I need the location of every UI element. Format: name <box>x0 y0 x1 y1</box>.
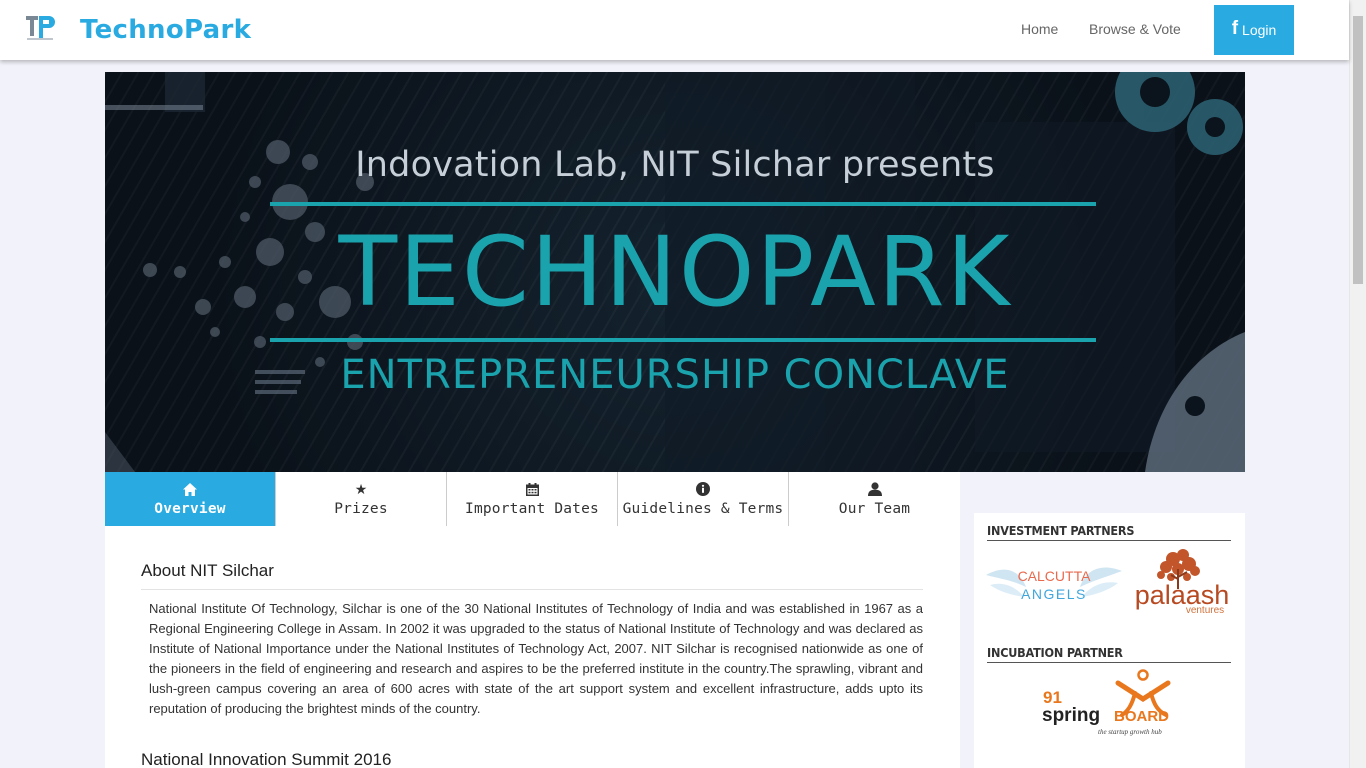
calendar-icon <box>525 482 539 497</box>
91springboard-logo[interactable]: 91 spring BOARD the startup growth hub <box>1040 669 1180 739</box>
about-heading: About NIT Silchar <box>141 561 274 580</box>
palaash-ventures-logo[interactable]: palaash ventures <box>1131 547 1233 615</box>
user-icon <box>867 482 882 497</box>
nav-browse-vote-link[interactable]: Browse & Vote <box>1089 21 1181 37</box>
brand-name[interactable]: TechnoPark <box>80 15 251 45</box>
banner-divider-top <box>270 202 1096 206</box>
hero-banner: Indovation Lab, NIT Silchar presents TEC… <box>105 72 1245 472</box>
calcutta-angels-logo[interactable]: CALCUTTA ANGELS <box>984 559 1124 609</box>
overview-content: About NIT Silchar National Institute Of … <box>105 526 960 768</box>
springboard-tagline: the startup growth hub <box>1098 728 1162 736</box>
tab-overview[interactable]: Overview <box>105 472 276 526</box>
nav-home-link[interactable]: Home <box>1021 21 1058 37</box>
tab-our-team[interactable]: Our Team <box>789 472 960 526</box>
springboard-board-text: BOARD <box>1114 708 1169 725</box>
tab-label: Our Team <box>838 500 911 517</box>
calcutta-text: CALCUTTA <box>1018 568 1092 584</box>
investment-partners-heading: INVESTMENT PARTNERS <box>987 523 1231 541</box>
star-icon: ★ <box>354 480 368 497</box>
login-label: Login <box>1242 22 1277 38</box>
section-tabs: Overview ★ Prizes Important Dates Guidel… <box>105 472 960 526</box>
about-paragraph: National Institute Of Technology, Silcha… <box>149 601 923 716</box>
incubation-partner-heading: INCUBATION PARTNER <box>987 645 1231 663</box>
banner-title: TECHNOPARK <box>338 216 1012 328</box>
scrollbar-thumb[interactable] <box>1353 16 1363 284</box>
banner-subtitle: ENTREPRENEURSHIP CONCLAVE <box>340 352 1010 398</box>
home-icon <box>183 482 197 497</box>
springboard-spring-text: spring <box>1042 705 1100 726</box>
tab-important-dates[interactable]: Important Dates <box>447 472 618 526</box>
banner-divider-bottom <box>270 338 1096 342</box>
summit-heading: National Innovation Summit 2016 <box>141 750 392 768</box>
facebook-icon: f <box>1231 18 1239 39</box>
banner-presents-text: Indovation Lab, NIT Silchar presents <box>355 145 995 185</box>
ventures-text: ventures <box>1186 605 1224 615</box>
facebook-login-button[interactable]: f Login <box>1214 5 1294 55</box>
partners-sidebar: INVESTMENT PARTNERS CALCUTTA ANGELS pala… <box>974 513 1245 768</box>
top-navbar: TechnoPark Home Browse & Vote f Login <box>0 0 1349 60</box>
tab-label: Overview <box>154 500 226 517</box>
tab-prizes[interactable]: ★ Prizes <box>276 472 447 526</box>
tab-label: Prizes <box>334 500 388 517</box>
info-icon <box>696 482 710 497</box>
tab-label: Guidelines & Terms <box>622 500 784 517</box>
page-scrollbar[interactable] <box>1349 0 1366 768</box>
tab-label: Important Dates <box>465 500 599 517</box>
technopark-logo-icon[interactable] <box>25 14 55 44</box>
tab-guidelines-terms[interactable]: Guidelines & Terms <box>618 472 789 526</box>
angels-text: ANGELS <box>1021 586 1087 602</box>
heading-divider <box>141 589 923 590</box>
